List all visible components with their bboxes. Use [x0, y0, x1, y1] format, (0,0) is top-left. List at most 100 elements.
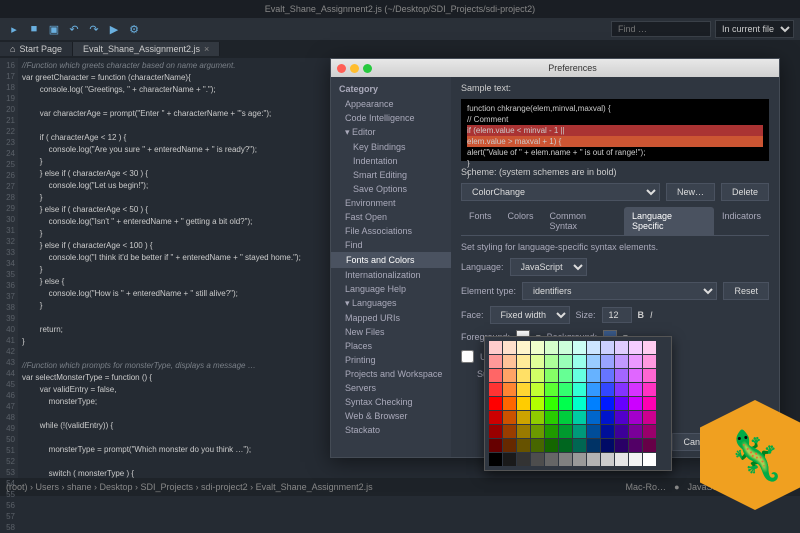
color-swatch[interactable] — [531, 439, 544, 452]
play-icon[interactable]: ▶ — [106, 21, 122, 37]
color-swatch[interactable] — [531, 341, 544, 354]
color-swatch[interactable] — [517, 369, 530, 382]
category-item[interactable]: Appearance — [331, 97, 451, 111]
color-swatch[interactable] — [601, 411, 614, 424]
color-swatch[interactable] — [601, 355, 614, 368]
color-swatch[interactable] — [517, 383, 530, 396]
color-swatch[interactable] — [643, 397, 656, 410]
color-swatch[interactable] — [629, 369, 642, 382]
tools-icon[interactable]: ⚙ — [126, 21, 142, 37]
color-swatch[interactable] — [573, 397, 586, 410]
color-swatch[interactable] — [629, 341, 642, 354]
color-swatch[interactable] — [517, 411, 530, 424]
color-swatch[interactable] — [601, 425, 614, 438]
language-select[interactable]: JavaScript — [510, 258, 587, 276]
color-swatch[interactable] — [601, 439, 614, 452]
color-swatch[interactable] — [559, 341, 572, 354]
category-item[interactable]: Save Options — [331, 182, 451, 196]
color-swatch[interactable] — [643, 369, 656, 382]
color-swatch[interactable] — [531, 383, 544, 396]
scheme-select[interactable]: ColorChange — [461, 183, 660, 201]
color-swatch[interactable] — [517, 355, 530, 368]
category-item[interactable]: Projects and Workspace — [331, 367, 451, 381]
status-encoding[interactable]: Mac-Ro… — [626, 482, 667, 492]
category-item[interactable]: Fast Open — [331, 210, 451, 224]
color-swatch[interactable] — [503, 369, 516, 382]
color-swatch[interactable] — [587, 411, 600, 424]
subtab-fonts[interactable]: Fonts — [461, 207, 500, 235]
color-swatch[interactable] — [643, 355, 656, 368]
category-item[interactable]: ▾ Editor — [331, 125, 451, 140]
color-swatch[interactable] — [517, 341, 530, 354]
color-swatch[interactable] — [517, 397, 530, 410]
color-swatch[interactable] — [587, 355, 600, 368]
color-swatch[interactable] — [545, 425, 558, 438]
minimize-icon[interactable] — [350, 64, 359, 73]
color-swatch[interactable] — [489, 425, 502, 438]
color-swatch[interactable] — [531, 453, 544, 466]
color-swatch[interactable] — [559, 397, 572, 410]
color-swatch[interactable] — [629, 425, 642, 438]
color-swatch[interactable] — [629, 383, 642, 396]
color-swatch[interactable] — [573, 383, 586, 396]
color-swatch[interactable] — [489, 411, 502, 424]
color-swatch[interactable] — [643, 411, 656, 424]
color-swatch[interactable] — [503, 355, 516, 368]
color-swatch[interactable] — [559, 425, 572, 438]
color-swatch[interactable] — [517, 425, 530, 438]
color-swatch[interactable] — [489, 439, 502, 452]
new-scheme-button[interactable]: New… — [666, 183, 715, 201]
category-item[interactable]: Smart Editing — [331, 168, 451, 182]
tab-file[interactable]: Evalt_Shane_Assignment2.js× — [73, 42, 220, 56]
new-file-icon[interactable]: ▸ — [6, 21, 22, 37]
italic-toggle[interactable]: I — [650, 310, 653, 320]
color-swatch[interactable] — [531, 369, 544, 382]
zoom-icon[interactable] — [363, 64, 372, 73]
color-swatch[interactable] — [545, 411, 558, 424]
color-swatch[interactable] — [545, 341, 558, 354]
color-swatch[interactable] — [517, 439, 530, 452]
category-item[interactable]: File Associations — [331, 224, 451, 238]
color-swatch[interactable] — [629, 453, 642, 466]
color-swatch[interactable] — [503, 453, 516, 466]
color-swatch[interactable] — [559, 383, 572, 396]
color-swatch[interactable] — [531, 425, 544, 438]
color-swatch[interactable] — [615, 439, 628, 452]
color-swatch[interactable] — [489, 453, 502, 466]
color-swatch[interactable] — [587, 383, 600, 396]
color-swatch[interactable] — [545, 397, 558, 410]
color-swatch[interactable] — [573, 369, 586, 382]
color-swatch[interactable] — [615, 369, 628, 382]
element-type-select[interactable]: identifiers — [522, 282, 717, 300]
different-color-checkbox[interactable] — [461, 350, 474, 363]
category-item[interactable]: Code Intelligence — [331, 111, 451, 125]
color-swatch[interactable] — [587, 369, 600, 382]
color-swatch[interactable] — [489, 341, 502, 354]
prefs-titlebar[interactable]: Preferences — [331, 59, 779, 77]
color-swatch[interactable] — [615, 425, 628, 438]
category-item[interactable]: Internationalization — [331, 268, 451, 282]
color-swatch[interactable] — [615, 411, 628, 424]
color-swatch[interactable] — [573, 411, 586, 424]
undo-icon[interactable]: ↶ — [66, 21, 82, 37]
category-item[interactable]: Key Bindings — [331, 140, 451, 154]
color-swatch[interactable] — [489, 369, 502, 382]
color-swatch[interactable] — [503, 397, 516, 410]
color-swatch[interactable] — [503, 439, 516, 452]
redo-icon[interactable]: ↷ — [86, 21, 102, 37]
color-swatch[interactable] — [489, 397, 502, 410]
color-swatch[interactable] — [559, 439, 572, 452]
color-swatch[interactable] — [643, 341, 656, 354]
color-swatch[interactable] — [601, 397, 614, 410]
color-swatch[interactable] — [503, 341, 516, 354]
color-swatch[interactable] — [573, 453, 586, 466]
color-swatch[interactable] — [503, 425, 516, 438]
color-swatch[interactable] — [531, 397, 544, 410]
bold-toggle[interactable]: B — [638, 310, 645, 320]
color-swatch[interactable] — [545, 383, 558, 396]
category-item[interactable]: Syntax Checking — [331, 395, 451, 409]
subtab-common-syntax[interactable]: Common Syntax — [542, 207, 624, 235]
color-swatch[interactable] — [629, 411, 642, 424]
color-swatch[interactable] — [587, 453, 600, 466]
color-swatch[interactable] — [629, 355, 642, 368]
